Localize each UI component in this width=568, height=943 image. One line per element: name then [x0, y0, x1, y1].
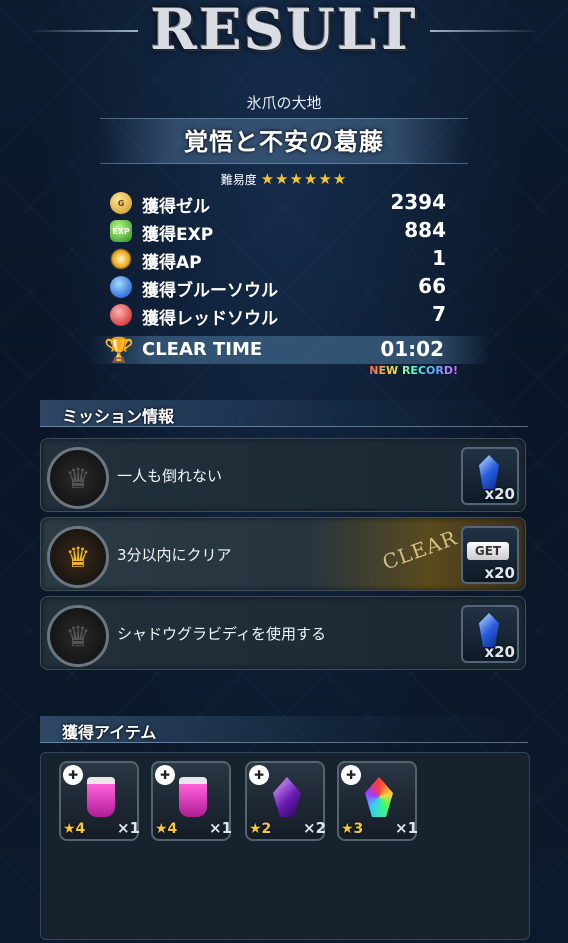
- difficulty-label: 難易度: [220, 173, 257, 187]
- reward-qty: x20: [484, 564, 515, 582]
- crystal-icon: [479, 613, 499, 647]
- exp-icon: EXP: [110, 220, 132, 242]
- missions-heading-label: ミッション情報: [62, 407, 175, 426]
- quest-name: 覚悟と不安の葛藤: [184, 128, 384, 156]
- new-record-badge: NEW RECORD!: [369, 364, 458, 377]
- item-rarity: ★2: [249, 821, 272, 837]
- mission-row[interactable]: ♛ 一人も倒れない x20: [40, 438, 526, 512]
- reward-qty: x20: [484, 485, 515, 503]
- item-type-icon: ✚: [249, 765, 269, 785]
- item-rarity: ★3: [341, 821, 364, 837]
- item-rarity: ★4: [155, 821, 178, 837]
- stat-value: 7: [432, 302, 446, 326]
- rainbow-crystal-icon: [365, 777, 393, 817]
- stat-row-ap: 獲得AP 1: [110, 246, 450, 273]
- difficulty-stars: ★★★★★★: [260, 170, 348, 188]
- reward-qty: x20: [484, 643, 515, 661]
- mission-text: シャドウグラビディを使用する: [117, 625, 326, 643]
- area-name: 氷爪の大地: [246, 94, 322, 112]
- stat-row-red-soul: 獲得レッドソウル 7: [110, 302, 450, 329]
- stat-label: 獲得ブルーソウル: [142, 281, 278, 301]
- trophy-icon: 🏆: [104, 336, 134, 364]
- get-badge: GET: [467, 542, 509, 560]
- item-qty: ×1: [209, 819, 233, 837]
- difficulty: 難易度 ★★★★★★: [0, 170, 568, 188]
- items-heading-label: 獲得アイテム: [62, 723, 157, 742]
- blue-soul-icon: [110, 276, 132, 298]
- stat-value: 884: [404, 218, 446, 242]
- stat-value: 1: [432, 246, 446, 270]
- reward-crystal[interactable]: x20: [461, 605, 519, 663]
- stat-label: 獲得レッドソウル: [142, 309, 278, 329]
- stat-value: 2394: [390, 190, 446, 214]
- purple-crystal-icon: [273, 777, 301, 817]
- stat-value: 66: [418, 274, 446, 298]
- mission-text: 一人も倒れない: [117, 467, 223, 485]
- stat-label: 獲得AP: [142, 253, 202, 273]
- item-type-icon: ✚: [155, 765, 175, 785]
- ap-icon: [110, 248, 132, 270]
- mission-row-cleared[interactable]: ♛ 3分以内にクリア CLEAR GET x20: [40, 517, 526, 591]
- potion-icon: [179, 777, 207, 817]
- mission-text: 3分以内にクリア: [117, 546, 232, 564]
- stat-label: 獲得ゼル: [142, 197, 210, 217]
- crown-icon: ♛: [47, 526, 109, 588]
- crown-icon: ♛: [47, 605, 109, 667]
- clear-time-label: CLEAR TIME: [142, 339, 263, 360]
- result-title: RESULT: [150, 0, 418, 63]
- red-soul-icon: [110, 304, 132, 326]
- item-qty: ×1: [117, 819, 141, 837]
- missions-heading: ミッション情報: [40, 400, 528, 427]
- stat-label: 獲得EXP: [142, 225, 214, 245]
- reward-crystal[interactable]: GET x20: [461, 526, 519, 584]
- potion-icon: [87, 777, 115, 817]
- item-type-icon: ✚: [341, 765, 361, 785]
- stat-row-gil: G 獲得ゼル 2394: [110, 190, 450, 217]
- item-type-icon: ✚: [63, 765, 83, 785]
- crystal-icon: [479, 455, 499, 489]
- crown-icon: ♛: [47, 447, 109, 509]
- items-heading: 獲得アイテム: [40, 716, 528, 743]
- clear-time-value: 01:02: [380, 337, 444, 361]
- clear-stamp: CLEAR: [379, 525, 461, 575]
- gil-coin-icon: G: [110, 192, 132, 214]
- reward-crystal[interactable]: x20: [461, 447, 519, 505]
- mission-row[interactable]: ♛ シャドウグラビディを使用する x20: [40, 596, 526, 670]
- item-rarity: ★4: [63, 821, 86, 837]
- item-qty: ×1: [395, 819, 419, 837]
- item-qty: ×2: [303, 819, 327, 837]
- items-panel: ✚ ★4 ×1 ✚ ★4 ×1 ✚ ★2 ×2 ✚ ★3 ×1: [40, 752, 530, 940]
- stat-row-blue-soul: 獲得ブルーソウル 66: [110, 274, 450, 301]
- stat-row-exp: EXP 獲得EXP 884: [110, 218, 450, 245]
